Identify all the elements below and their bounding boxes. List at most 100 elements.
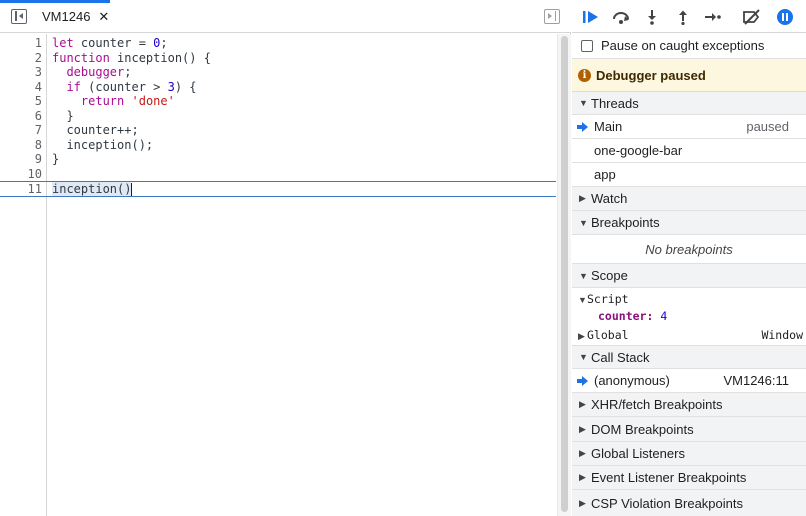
selected-arrow-icon [577,121,588,132]
thread-name: Main [594,119,623,134]
line-number[interactable]: 10 [0,167,42,182]
code-token: debugger [66,65,125,80]
code-token: inception [52,182,118,197]
line-number[interactable]: 8 [0,138,42,153]
text-cursor [131,183,133,197]
event-listener-breakpoints-section-header[interactable]: ▶ Event Listener Breakpoints [572,466,806,490]
pause-on-caught-checkbox[interactable] [581,39,593,52]
call-frame-anonymous[interactable]: (anonymous) VM1246:11 [572,369,806,393]
dom-breakpoints-section-header[interactable]: ▶ DOM Breakpoints [572,417,806,442]
code-token: 3 [167,79,175,94]
csp-violation-breakpoints-section-header[interactable]: ▶ CSP Violation Breakpoints [572,490,806,516]
expanded-triangle-icon: ▼ [578,295,587,305]
editor-pane: VM1246 ✕ 1 let counter = 0; 2 function i… [0,0,571,516]
step-into-icon[interactable] [641,6,663,28]
call-frame-name: (anonymous) [594,373,670,388]
code-line: 9 } [0,152,556,167]
code-line: 10 [0,167,556,182]
code-token: } [66,108,74,123]
breakpoints-section-header[interactable]: ▼ Breakpoints [572,211,806,235]
breakpoints-empty: No breakpoints [572,235,806,264]
variable-name: counter: [598,309,654,323]
tab-vm1246[interactable]: VM1246 ✕ [36,0,120,33]
collapsed-triangle-icon: ▶ [579,193,586,203]
scope-label: Script [587,292,629,306]
tab-label: VM1246 [42,9,91,24]
step-out-icon[interactable] [672,6,694,28]
code-token: ) { [174,79,197,94]
code-token: 'done' [131,94,175,109]
expanded-triangle-icon: ▼ [579,217,588,228]
close-icon[interactable]: ✕ [98,9,109,25]
line-number[interactable]: 1 [0,36,42,51]
section-title: Scope [591,268,628,283]
code-token: () [117,182,132,197]
thread-item-main[interactable]: Main paused [572,115,806,139]
code-token: if [66,79,81,94]
global-listeners-section-header[interactable]: ▶ Global Listeners [572,442,806,466]
collapsed-triangle-icon: ▶ [579,399,586,409]
toggle-debugger-sidebar-icon[interactable] [544,9,560,24]
collapsed-triangle-icon: ▶ [579,448,586,458]
scope-label: Global [587,328,629,342]
code-token: function [52,50,110,65]
scope-value: Window [761,328,803,342]
line-number[interactable]: 6 [0,109,42,124]
scope-section-header[interactable]: ▼ Scope [572,264,806,288]
code-line: 6 } [0,109,556,124]
paused-status-text: Debugger paused [596,67,706,83]
collapsed-triangle-icon: ▶ [579,472,586,482]
scope-script[interactable]: ▼Script [572,291,806,308]
step-icon[interactable] [702,6,724,28]
code-line: 2 function inception() { [0,51,556,66]
thread-item-one-google-bar[interactable]: one-google-bar [572,139,806,163]
line-number[interactable]: 11 [0,182,42,196]
line-number[interactable]: 2 [0,51,42,66]
line-number[interactable]: 3 [0,65,42,80]
call-stack-section-header[interactable]: ▼ Call Stack [572,346,806,369]
pause-on-caught-exceptions[interactable]: Pause on caught exceptions [572,33,806,59]
scope-global[interactable]: ▶ Global Window [572,327,806,346]
resume-icon[interactable] [580,6,602,28]
call-frame-location: VM1246:11 [723,373,789,388]
section-title: XHR/fetch Breakpoints [591,397,723,412]
code-line: 1 let counter = 0; [0,36,556,51]
code-line: 7 counter++; [0,123,556,138]
pause-on-exceptions-icon[interactable] [774,6,796,28]
collapsed-triangle-icon: ▶ [579,497,586,508]
code-token: (counter > [80,79,168,94]
line-number[interactable]: 5 [0,94,42,109]
step-over-icon[interactable] [610,6,632,28]
xhr-breakpoints-section-header[interactable]: ▶ XHR/fetch Breakpoints [572,393,806,417]
empty-state-text: No breakpoints [645,241,733,257]
watch-section-header[interactable]: ▶ Watch [572,187,806,211]
editor-scrollbar[interactable] [557,34,571,516]
code-token: } [52,152,60,167]
code-token: return [80,94,125,109]
scope-variable-counter[interactable]: counter: 4 [572,308,806,325]
selected-arrow-icon [577,375,588,386]
code-token: counter = [73,36,154,50]
editor-tabbar: VM1246 ✕ [0,0,571,33]
threads-section-header[interactable]: ▼ Threads [572,92,806,115]
line-number[interactable]: 7 [0,123,42,138]
expanded-triangle-icon: ▼ [579,352,588,362]
collapsed-triangle-icon: ▶ [578,331,585,341]
debugger-paused-banner: i Debugger paused [572,59,806,92]
debugger-toolbar [572,0,806,33]
line-number[interactable]: 4 [0,80,42,95]
scrollbar-thumb[interactable] [561,36,568,512]
code-token: let [52,36,74,50]
code-line: 3 debugger; [0,65,556,80]
current-execution-line: 11 inception() [0,181,556,198]
line-number[interactable]: 9 [0,152,42,167]
debugger-sidebar: Pause on caught exceptions i Debugger pa… [572,0,806,516]
section-title: Breakpoints [591,215,660,230]
code-token: ; [124,65,132,80]
deactivate-breakpoints-icon[interactable] [741,6,763,28]
thread-item-app[interactable]: app [572,163,806,187]
code-editor[interactable]: 1 let counter = 0; 2 function inception(… [0,36,556,198]
toggle-navigator-icon[interactable] [11,9,27,24]
thread-name: one-google-bar [594,143,683,158]
pause-on-caught-label: Pause on caught exceptions [601,38,765,53]
